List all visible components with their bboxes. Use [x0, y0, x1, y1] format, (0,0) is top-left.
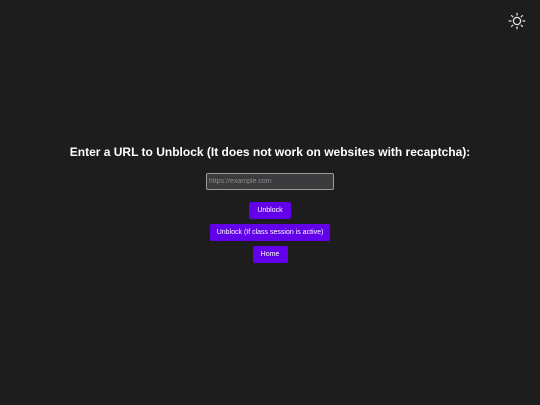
url-input[interactable]: [206, 173, 334, 190]
home-button[interactable]: Home: [252, 246, 288, 263]
unblock-class-session-button[interactable]: Unblock (If class session is active): [210, 224, 330, 241]
unblock-button[interactable]: Unblock: [249, 202, 291, 219]
page: Enter a URL to Unblock (It does not work…: [0, 0, 540, 405]
page-heading: Enter a URL to Unblock (It does not work…: [69, 145, 471, 159]
sun-icon: [508, 12, 526, 30]
unblock-form: Enter a URL to Unblock (It does not work…: [0, 145, 540, 263]
theme-toggle-button[interactable]: [508, 12, 526, 30]
